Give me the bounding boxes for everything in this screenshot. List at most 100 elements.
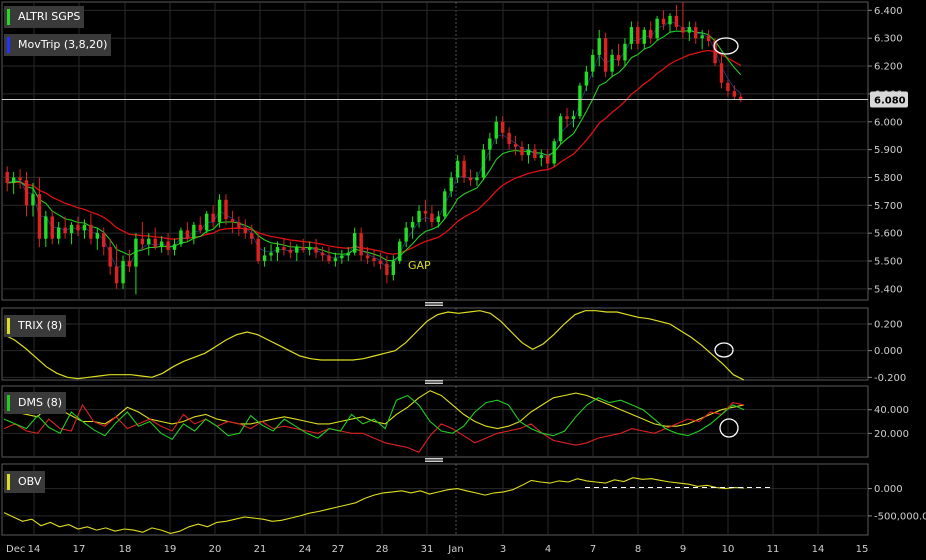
- candle-body: [430, 213, 434, 223]
- candle-body: [629, 27, 634, 44]
- candle-body: [230, 219, 235, 223]
- candle-body: [102, 233, 106, 248]
- legend-dms[interactable]: DMS (8): [4, 392, 67, 414]
- candle-body: [642, 29, 646, 44]
- candle-body: [288, 249, 293, 253]
- legend-label: MovTrip (3,8,20): [18, 38, 108, 51]
- candle-body: [76, 224, 80, 231]
- candle-body: [301, 247, 305, 250]
- candle-body: [295, 247, 299, 253]
- candle-body: [513, 144, 518, 147]
- candle-body: [217, 199, 222, 223]
- y-tick-label: 40.000: [874, 405, 909, 416]
- legend-swatch: [7, 318, 10, 334]
- candle-body: [95, 233, 100, 239]
- candle-body: [546, 155, 550, 164]
- legend-trix[interactable]: TRIX (8): [4, 315, 67, 337]
- y-tick-label: 6.400: [874, 6, 903, 17]
- candle-body: [385, 263, 389, 275]
- candle-body: [179, 230, 183, 245]
- y-tick-label: 5.600: [874, 229, 903, 240]
- candle-body: [37, 194, 42, 239]
- candle-body: [237, 222, 241, 228]
- candle-body: [584, 71, 589, 86]
- candle-body: [134, 238, 138, 267]
- x-tick-label: 14: [28, 544, 41, 555]
- candle-body: [89, 224, 93, 239]
- candle-body: [526, 149, 531, 156]
- legend-label: TRIX (8): [18, 319, 63, 332]
- candle-body: [243, 227, 248, 234]
- candle-body: [700, 35, 704, 39]
- x-tick-label: 9: [680, 544, 686, 555]
- candle-body: [320, 252, 325, 256]
- legend-label: OBV: [18, 475, 42, 488]
- x-tick-label: Jan: [447, 544, 463, 555]
- candle-body: [224, 199, 228, 220]
- y-tick-label: 6.000: [874, 117, 903, 128]
- panel-frame: [1, 307, 869, 381]
- x-tick-label: 14: [812, 544, 825, 555]
- candle-body: [610, 54, 614, 72]
- y-tick-label: 6.300: [874, 34, 903, 45]
- candle-body: [488, 138, 492, 150]
- x-tick-label: 3: [500, 544, 506, 555]
- candle-body: [69, 224, 74, 234]
- candle-body: [121, 261, 125, 284]
- candle-body: [192, 224, 196, 239]
- gap-annotation: GAP: [408, 259, 431, 272]
- x-tick-label: 19: [164, 544, 177, 555]
- candle-body: [18, 177, 22, 181]
- candle-body: [185, 230, 190, 239]
- candle-body: [623, 43, 627, 61]
- candle-body: [333, 258, 338, 262]
- candle-body: [687, 27, 692, 33]
- candle-body: [636, 27, 640, 44]
- x-tick-label: 21: [254, 544, 267, 555]
- candle-body: [147, 238, 151, 245]
- legend-obv[interactable]: OBV: [4, 471, 46, 493]
- x-tick-label: 31: [421, 544, 434, 555]
- candle-body: [552, 141, 556, 164]
- candle-body: [256, 238, 260, 262]
- candle-body: [578, 85, 582, 117]
- candle-body: [468, 177, 473, 181]
- y-tick-label: -0.200: [874, 373, 906, 384]
- y-tick-label: 6.200: [874, 62, 903, 73]
- candle-body: [571, 116, 576, 119]
- candle-body: [520, 146, 524, 156]
- candle-body: [417, 210, 421, 223]
- candle-body: [63, 227, 67, 234]
- candle-body: [661, 18, 666, 25]
- candle-body: [204, 213, 209, 231]
- candle-body: [455, 160, 460, 178]
- candle-body: [648, 29, 653, 39]
- legend-label: DMS (8): [18, 396, 63, 409]
- candle-body: [269, 252, 273, 256]
- y-tick-label: 0.200: [874, 320, 903, 331]
- legend-movtrip[interactable]: MovTrip (3,8,20): [4, 34, 112, 56]
- candle-body: [443, 191, 447, 217]
- y-tick-label: 5.700: [874, 201, 903, 212]
- candle-body: [423, 210, 428, 214]
- candle-body: [114, 266, 119, 284]
- candle-body: [365, 255, 370, 259]
- y-tick-label: 5.900: [874, 145, 903, 156]
- panel-frame: [1, 463, 869, 536]
- candle-body: [591, 54, 595, 72]
- x-tick-label: 20: [209, 544, 222, 555]
- candle-body: [340, 255, 344, 259]
- candle-body: [539, 155, 544, 158]
- candle-body: [346, 252, 350, 256]
- legend-altri[interactable]: ALTRI SGPS: [4, 6, 85, 28]
- x-tick-label: 10: [722, 544, 735, 555]
- candle-body: [391, 261, 396, 275]
- candle-body: [127, 261, 132, 267]
- candle-body: [674, 15, 679, 28]
- candle-body: [372, 258, 376, 262]
- candle-body: [436, 216, 441, 223]
- candle-body: [44, 216, 48, 239]
- candle-body: [655, 18, 659, 39]
- candle-body: [108, 247, 112, 267]
- x-tick-label: 4: [545, 544, 551, 555]
